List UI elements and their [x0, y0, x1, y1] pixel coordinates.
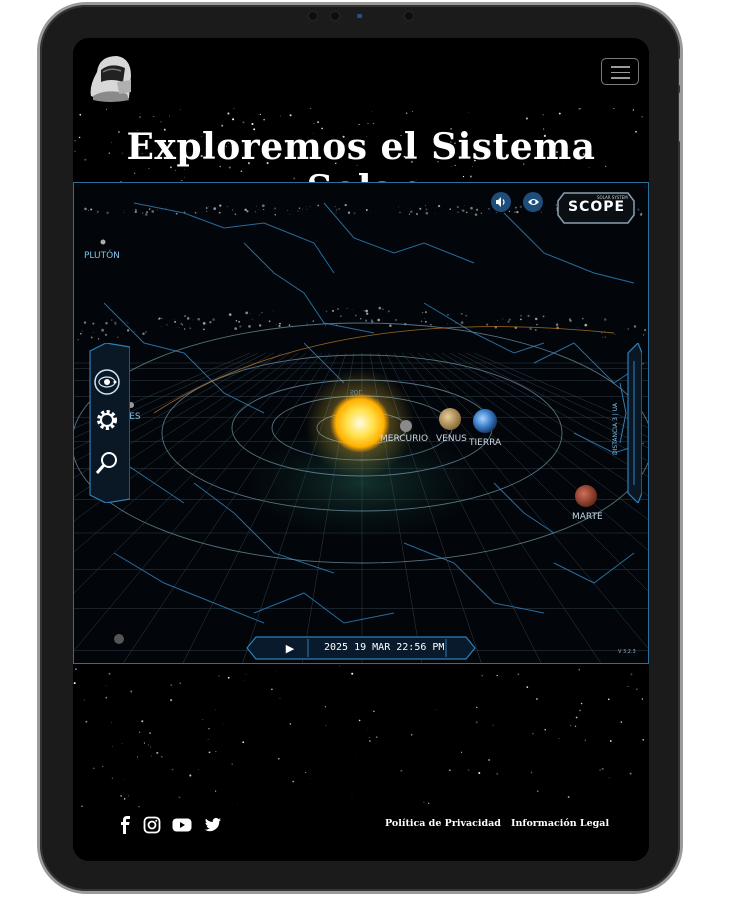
tablet-sensor	[403, 10, 415, 22]
legal-info-link[interactable]: Información Legal	[511, 818, 609, 829]
simulation-datetime: 2025 19 MAR 22:56 PM	[324, 642, 445, 653]
play-icon[interactable]: ▶	[272, 638, 308, 658]
label-sol: SOL	[350, 388, 362, 395]
tablet-indicator	[357, 14, 362, 18]
solar-system-icon[interactable]	[92, 367, 122, 397]
facebook-icon[interactable]	[117, 816, 135, 834]
speaker-icon[interactable]	[491, 192, 511, 212]
solar-system-scene[interactable]	[74, 183, 649, 664]
instagram-icon[interactable]	[143, 816, 161, 834]
label-venus[interactable]: VENUS	[436, 434, 467, 444]
planet-earth[interactable]	[473, 409, 497, 433]
tablet-sensor	[307, 10, 319, 22]
screen: Exploremos el Sistema Solar	[73, 38, 649, 861]
label-marte[interactable]: MARTE	[572, 512, 603, 522]
scope-title: SCOPE	[568, 199, 626, 215]
privacy-policy-link[interactable]: Política de Privacidad	[385, 818, 501, 829]
twitter-icon[interactable]	[204, 816, 222, 834]
hamburger-menu-icon[interactable]	[601, 58, 639, 85]
tablet-camera	[329, 10, 341, 22]
planet-mercury[interactable]	[400, 420, 412, 432]
distance-label: DISTANCIA 3 | UA	[612, 402, 619, 455]
youtube-icon[interactable]	[172, 816, 192, 834]
label-tierra[interactable]: TIERRA	[469, 438, 501, 448]
solar-system-viewer[interactable]: SOL PLUTÓN CERES MERCURIO VENUS TIERRA M…	[73, 182, 649, 664]
asteroid	[114, 634, 124, 644]
label-pluton[interactable]: PLUTÓN	[84, 251, 120, 261]
dwarf-planet-pluto[interactable]	[100, 239, 106, 245]
search-icon[interactable]	[92, 448, 122, 478]
label-mercurio[interactable]: MERCURIO	[380, 434, 428, 444]
eye-icon[interactable]	[523, 192, 543, 212]
sun[interactable]	[330, 393, 390, 453]
tablet-side-button	[679, 92, 683, 142]
planet-mars[interactable]	[575, 485, 597, 507]
astronaut-helmet-icon[interactable]	[87, 52, 135, 104]
planet-venus[interactable]	[439, 408, 461, 430]
navbar	[73, 38, 649, 108]
version-label: V 3.2.3	[618, 649, 636, 655]
tablet-side-button	[679, 58, 683, 86]
gear-icon[interactable]	[92, 405, 122, 435]
